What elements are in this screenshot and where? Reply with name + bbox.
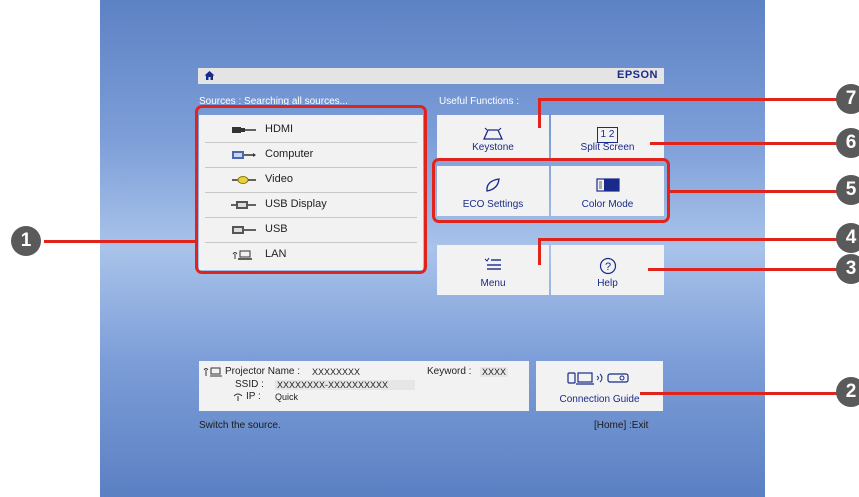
split-screen-icon: 1 2 [596,127,619,143]
brand-logo: EPSON [616,69,658,81]
projector-name-label: Projector Name : [225,366,301,377]
callout-leader-7h [538,98,838,101]
ip-value: Quick [275,392,299,402]
callout-badge-7: 7 [836,84,859,114]
home-icon[interactable] [204,70,215,81]
wireless-lan-icon [203,367,222,377]
wireless-icon [233,393,243,401]
ssid-value: XXXXXXXX-XXXXXXXXXX [275,380,415,390]
keystone-icon [482,127,504,140]
callout-leader-4h [538,238,838,241]
menu-icon [484,257,501,270]
keystone-button[interactable]: Keystone [437,115,549,159]
callout-badge-4: 4 [836,223,859,253]
callout-leader-5 [670,190,838,193]
split-screen-button[interactable]: 1 2 Split Screen [551,115,664,159]
callout-leader-1 [44,240,196,243]
callout-leader-7v [538,98,541,128]
exit-hint: [Home] :Exit [594,420,649,431]
callout-box-sources [195,105,427,274]
callout-leader-3 [648,268,838,271]
connection-guide-button[interactable]: Connection Guide [536,361,663,411]
connection-guide-icon [567,372,629,385]
callout-badge-1: 1 [11,226,41,256]
projector-name-value: XXXXXXXX [312,367,361,377]
callout-box-eco-color [432,158,670,223]
callout-leader-4v [538,238,541,265]
svg-text:?: ? [604,261,610,273]
help-icon: ? [599,257,616,275]
keyword-value: XXXX [480,367,509,377]
callout-badge-6: 6 [836,128,859,158]
callout-badge-5: 5 [836,175,859,205]
callout-badge-3: 3 [836,254,859,284]
top-bar: EPSON [198,68,664,84]
callout-leader-2 [640,392,838,395]
callout-leader-6 [650,142,838,145]
ssid-label: SSID : [235,379,264,390]
useful-functions-heading: Useful Functions : [439,96,520,107]
ip-label: IP : [246,391,261,402]
callout-badge-2: 2 [836,377,859,407]
menu-button[interactable]: Menu [437,245,549,295]
keyword-label: Keyword : [427,366,472,377]
network-info-panel: Projector Name : XXXXXXXX Keyword : XXXX… [199,361,529,411]
status-hint: Switch the source. [199,420,281,431]
